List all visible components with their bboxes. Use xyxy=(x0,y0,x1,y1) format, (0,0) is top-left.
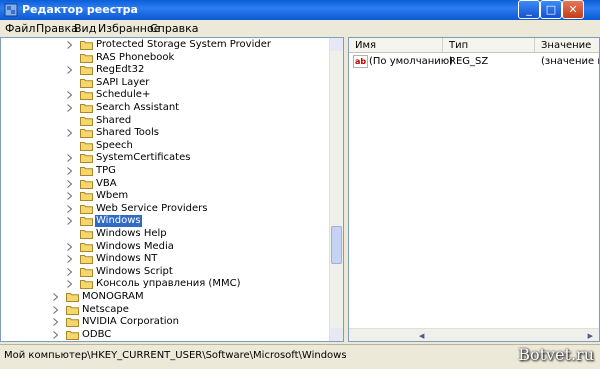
menu-view[interactable]: Вид xyxy=(74,22,96,35)
watermark: Botvet.ru xyxy=(518,345,594,364)
expand-arrow-icon[interactable] xyxy=(67,242,73,251)
tree-item-label: NVIDIA Corporation xyxy=(82,316,180,328)
status-bar: Мой компьютер\HKEY_CURRENT_USER\Software… xyxy=(0,344,600,369)
folder-icon xyxy=(66,330,79,340)
tree-item-label: MONOGRAM xyxy=(82,291,144,302)
scroll-up-button[interactable] xyxy=(330,38,343,51)
expand-arrow-icon[interactable] xyxy=(67,204,73,213)
tree-item-label: SAPI Layer xyxy=(96,76,150,88)
folder-icon xyxy=(80,65,93,76)
tree-item-label: Windows Media xyxy=(96,240,174,252)
expand-arrow-icon[interactable] xyxy=(67,154,73,163)
folder-icon xyxy=(80,166,93,176)
expand-arrow-icon[interactable] xyxy=(53,330,59,339)
string-value-icon: ab xyxy=(353,55,368,68)
folder-icon xyxy=(80,179,93,189)
menu-edit[interactable]: Правка xyxy=(36,22,78,35)
tree-item-label: Windows Help xyxy=(96,228,167,239)
folder-icon xyxy=(80,229,93,239)
folder-icon xyxy=(80,128,93,139)
maximize-button[interactable]: □ xyxy=(540,0,562,19)
tree-item-label: VBA xyxy=(96,177,117,189)
tree-item-label: Shared Tools xyxy=(96,127,160,139)
expand-arrow-icon[interactable] xyxy=(67,129,73,138)
folder-icon xyxy=(80,204,93,214)
tree-item-label: Schedule+ xyxy=(96,89,151,101)
folder-icon xyxy=(80,53,93,63)
expand-arrow-icon[interactable] xyxy=(67,280,73,289)
expand-arrow-icon[interactable] xyxy=(53,305,59,314)
expand-arrow-icon[interactable] xyxy=(67,66,73,75)
tree-item-label: RAS Phonebook xyxy=(96,51,175,63)
tree-vertical-scrollbar[interactable] xyxy=(329,38,343,341)
tree-item-label: Windows xyxy=(95,215,142,228)
tree-item-label: Netscape xyxy=(82,303,129,315)
tree-item-label: Web Service Providers xyxy=(96,202,208,214)
status-path: Мой компьютер\HKEY_CURRENT_USER\Software… xyxy=(4,350,347,361)
folder-icon xyxy=(80,279,93,290)
folder-icon xyxy=(80,191,93,202)
tree-item-label: Search Assistant xyxy=(96,102,180,113)
value-data: (значение не xyxy=(541,56,599,67)
expand-arrow-icon[interactable] xyxy=(67,179,73,188)
window-title: Редактор реестра xyxy=(22,3,138,16)
expand-arrow-icon[interactable] xyxy=(67,267,73,276)
expand-arrow-icon[interactable] xyxy=(53,318,59,327)
registry-tree[interactable]: Protected Storage System Provider RAS Pho… xyxy=(0,37,344,342)
expand-arrow-icon[interactable] xyxy=(67,255,73,264)
column-data[interactable]: Значение xyxy=(535,38,599,53)
expand-arrow-icon[interactable] xyxy=(67,104,73,112)
scroll-down-button[interactable] xyxy=(330,328,343,341)
title-bar[interactable]: Редактор реестра _ □ ✕ xyxy=(0,0,600,20)
folder-icon xyxy=(80,90,93,101)
menu-bar: Файл Правка Вид Избранное Справка xyxy=(0,20,600,38)
folder-icon xyxy=(66,305,79,315)
values-horizontal-scrollbar[interactable]: ◀ ▶ xyxy=(349,328,599,341)
expand-arrow-icon[interactable] xyxy=(67,167,73,175)
values-list[interactable]: Имя Тип Значение ab (По умолчанию) REG_S… xyxy=(348,37,600,342)
folder-icon xyxy=(80,267,93,277)
menu-file[interactable]: Файл xyxy=(5,22,35,35)
scroll-right-icon[interactable]: ▶ xyxy=(588,332,593,340)
expand-arrow-icon[interactable] xyxy=(53,293,59,301)
menu-help[interactable]: Справка xyxy=(150,22,198,35)
tree-item-label: Windows NT xyxy=(96,253,158,265)
folder-icon xyxy=(66,292,79,302)
expand-arrow-icon[interactable] xyxy=(67,91,73,100)
tree-item-label: Консоль управления (MMC) xyxy=(96,278,241,290)
expand-arrow-icon[interactable] xyxy=(67,192,73,201)
folder-icon xyxy=(66,317,79,328)
tree-item-label: Speech xyxy=(96,139,133,151)
folder-icon xyxy=(80,254,93,265)
tree-item-label: Shared xyxy=(96,114,132,126)
value-name: (По умолчанию) xyxy=(369,56,454,67)
column-type[interactable]: Тип xyxy=(443,38,535,53)
scroll-thumb[interactable] xyxy=(331,226,342,264)
regedit-icon xyxy=(4,3,18,17)
tree-item-label: Wbem xyxy=(96,190,129,202)
minimize-button[interactable]: _ xyxy=(518,0,540,19)
tree-item-label: RegEdt32 xyxy=(96,64,145,76)
tree-item-label: SystemCertificates xyxy=(96,152,191,164)
folder-icon xyxy=(80,116,93,126)
folder-icon xyxy=(80,153,93,164)
tree-item-label: TPG xyxy=(96,165,116,176)
folder-icon xyxy=(80,103,93,113)
tree-item-label: Protected Storage System Provider xyxy=(96,39,271,50)
folder-icon xyxy=(80,40,93,50)
expand-arrow-icon[interactable] xyxy=(67,41,73,49)
value-row[interactable]: ab (По умолчанию) REG_SZ (значение не xyxy=(353,55,599,68)
folder-icon xyxy=(80,141,93,151)
tree-item-label: ODBC xyxy=(82,328,112,340)
tree-item-label: Windows Script xyxy=(96,265,173,277)
expand-arrow-icon[interactable] xyxy=(67,217,73,226)
folder-icon xyxy=(80,216,93,227)
folder-icon xyxy=(80,242,93,252)
column-name[interactable]: Имя xyxy=(349,38,443,53)
folder-icon xyxy=(80,78,93,88)
scroll-left-icon[interactable]: ◀ xyxy=(419,332,424,340)
close-button[interactable]: ✕ xyxy=(562,0,584,19)
value-type: REG_SZ xyxy=(449,56,489,67)
